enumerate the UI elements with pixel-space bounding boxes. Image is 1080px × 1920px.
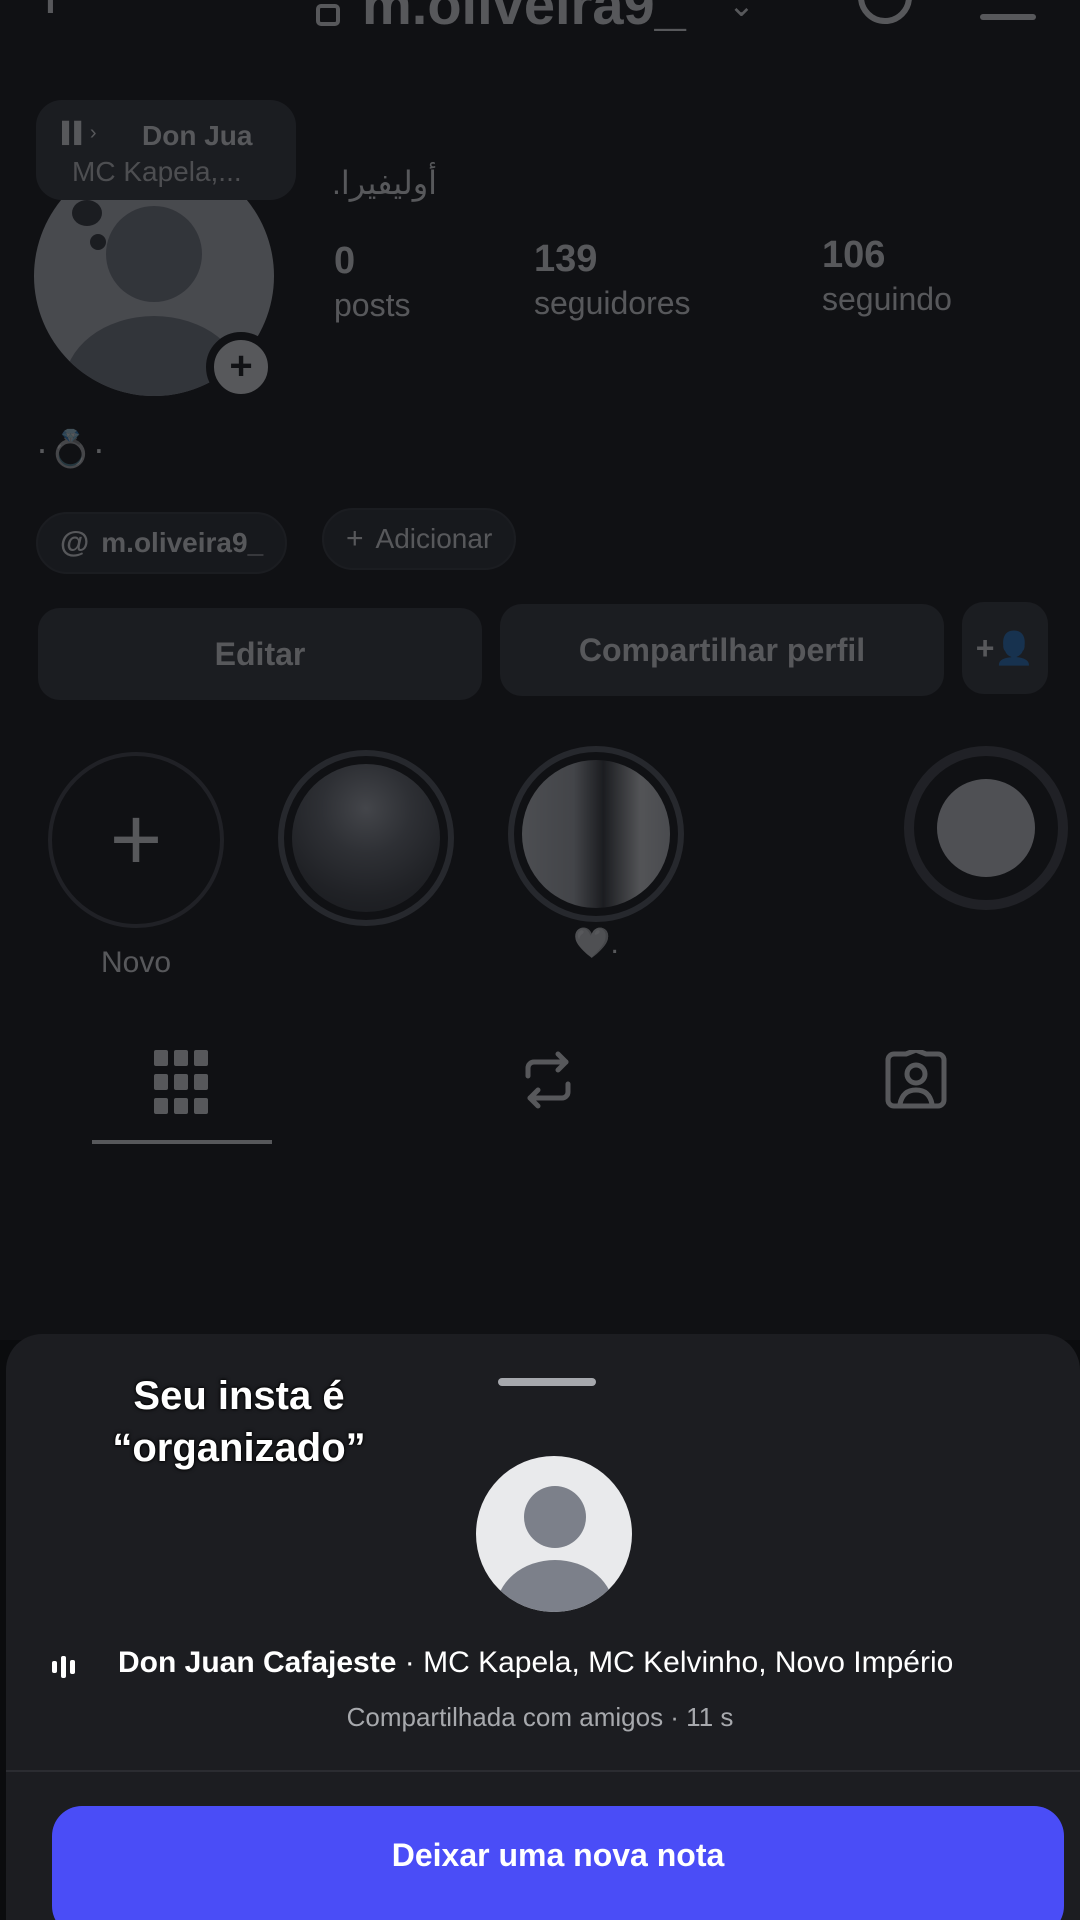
sheet-grabber[interactable]: [498, 1378, 596, 1386]
highlight-new[interactable]: + Novo: [48, 752, 224, 980]
profile-username[interactable]: m.oliveira9_: [362, 0, 686, 37]
hamburger-icon[interactable]: [980, 14, 1036, 20]
song-title: Don Juan Cafajeste: [118, 1646, 397, 1679]
threads-chip[interactable]: @ m.oliveira9_: [36, 512, 288, 574]
camera-shutter[interactable]: [904, 746, 1068, 910]
add-link-chip[interactable]: + Adicionar: [322, 508, 517, 570]
note-song: Don Jua: [142, 120, 253, 151]
stat-label: posts: [334, 287, 411, 323]
video-caption: Seu insta é “organizado”: [94, 1370, 384, 1474]
stat-value: 139: [534, 238, 598, 280]
threads-icon: @: [60, 526, 90, 559]
highlight-ring: [278, 750, 454, 926]
song-artists: · MC Kapela, MC Kelvinho, Novo Império: [396, 1646, 954, 1679]
add-person-icon: +👤: [975, 630, 1035, 666]
threads-icon[interactable]: [858, 0, 912, 24]
note-bubble-tail-small: [90, 234, 106, 250]
add-link-label: Adicionar: [375, 523, 493, 554]
sheet-avatar: [476, 1456, 632, 1612]
plus-icon: +: [346, 522, 364, 555]
stat-value: 0: [334, 240, 356, 282]
avatar-head: [106, 206, 202, 302]
lock-icon: [316, 4, 340, 26]
highlight-label: 🤍.: [573, 927, 619, 960]
repost-icon: [525, 1051, 571, 1109]
reposts-tab[interactable]: [520, 1050, 576, 1115]
highlight-label: Novo: [100, 946, 172, 979]
full-name: أوليفيرا.: [332, 165, 438, 201]
stat-value: 106: [822, 234, 886, 276]
stat-following[interactable]: 106 seguindo: [822, 234, 952, 318]
stat-followers[interactable]: 139 seguidores: [534, 238, 691, 322]
shutter-ring: [904, 746, 1068, 910]
note-bubble-tail: [72, 200, 102, 226]
highlight-item[interactable]: 🤍.: [508, 746, 684, 961]
profile-screen: + m.oliveira9_ ⌄ + ▌▌ › Don Jua MC Kapel…: [0, 0, 1080, 1340]
note-artist: MC Kapela,...: [72, 156, 242, 187]
highlight-cover-image: [522, 760, 670, 908]
plus-icon: +: [109, 790, 163, 890]
discover-people-button[interactable]: +👤: [962, 602, 1048, 694]
grid-tab[interactable]: [154, 1050, 208, 1119]
plus-icon[interactable]: +: [30, 0, 71, 30]
note-bubble[interactable]: ▌▌ › Don Jua MC Kapela,...: [36, 100, 296, 200]
chevron-down-icon[interactable]: ⌄: [728, 0, 755, 24]
stat-label: seguindo: [822, 281, 952, 317]
music-bars-icon: [52, 1656, 75, 1678]
avatar-body: [496, 1560, 614, 1612]
stat-label: seguidores: [534, 285, 691, 321]
music-bars-icon: ▌▌ ›: [62, 122, 97, 144]
leave-new-note-label: Deixar uma nova nota: [391, 1837, 725, 1873]
tagged-icon: [885, 1047, 947, 1109]
active-tab-indicator: [92, 1140, 272, 1144]
edit-profile-button[interactable]: Editar: [38, 608, 482, 700]
highlight-item[interactable]: [278, 750, 454, 926]
share-profile-button[interactable]: Compartilhar perfil: [500, 604, 944, 696]
highlight-ring: +: [48, 752, 224, 928]
add-story-icon[interactable]: +: [206, 332, 276, 402]
avatar-head: [524, 1486, 586, 1548]
tagged-tab[interactable]: [884, 1047, 948, 1115]
leave-new-note-button[interactable]: Deixar uma nova nota: [52, 1806, 1064, 1920]
highlight-ring: [508, 746, 684, 922]
caption-line-1: Seu insta é: [133, 1374, 345, 1418]
grid-icon: [154, 1050, 208, 1114]
top-bar: + m.oliveira9_ ⌄: [0, 0, 1080, 40]
divider: [6, 1770, 1080, 1772]
shutter-button: [937, 779, 1035, 877]
shared-status: Compartilhada com amigos · 11 s: [346, 1702, 734, 1732]
caption-line-2: “organizado”: [112, 1426, 366, 1470]
bio: ·💍·: [36, 428, 105, 469]
stat-posts[interactable]: 0 posts: [334, 240, 410, 324]
highlight-cover-image: [292, 764, 440, 912]
threads-handle: m.oliveira9_: [101, 527, 264, 558]
now-playing-text[interactable]: Don Juan Cafajeste · MC Kapela, MC Kelvi…: [118, 1646, 1054, 1680]
